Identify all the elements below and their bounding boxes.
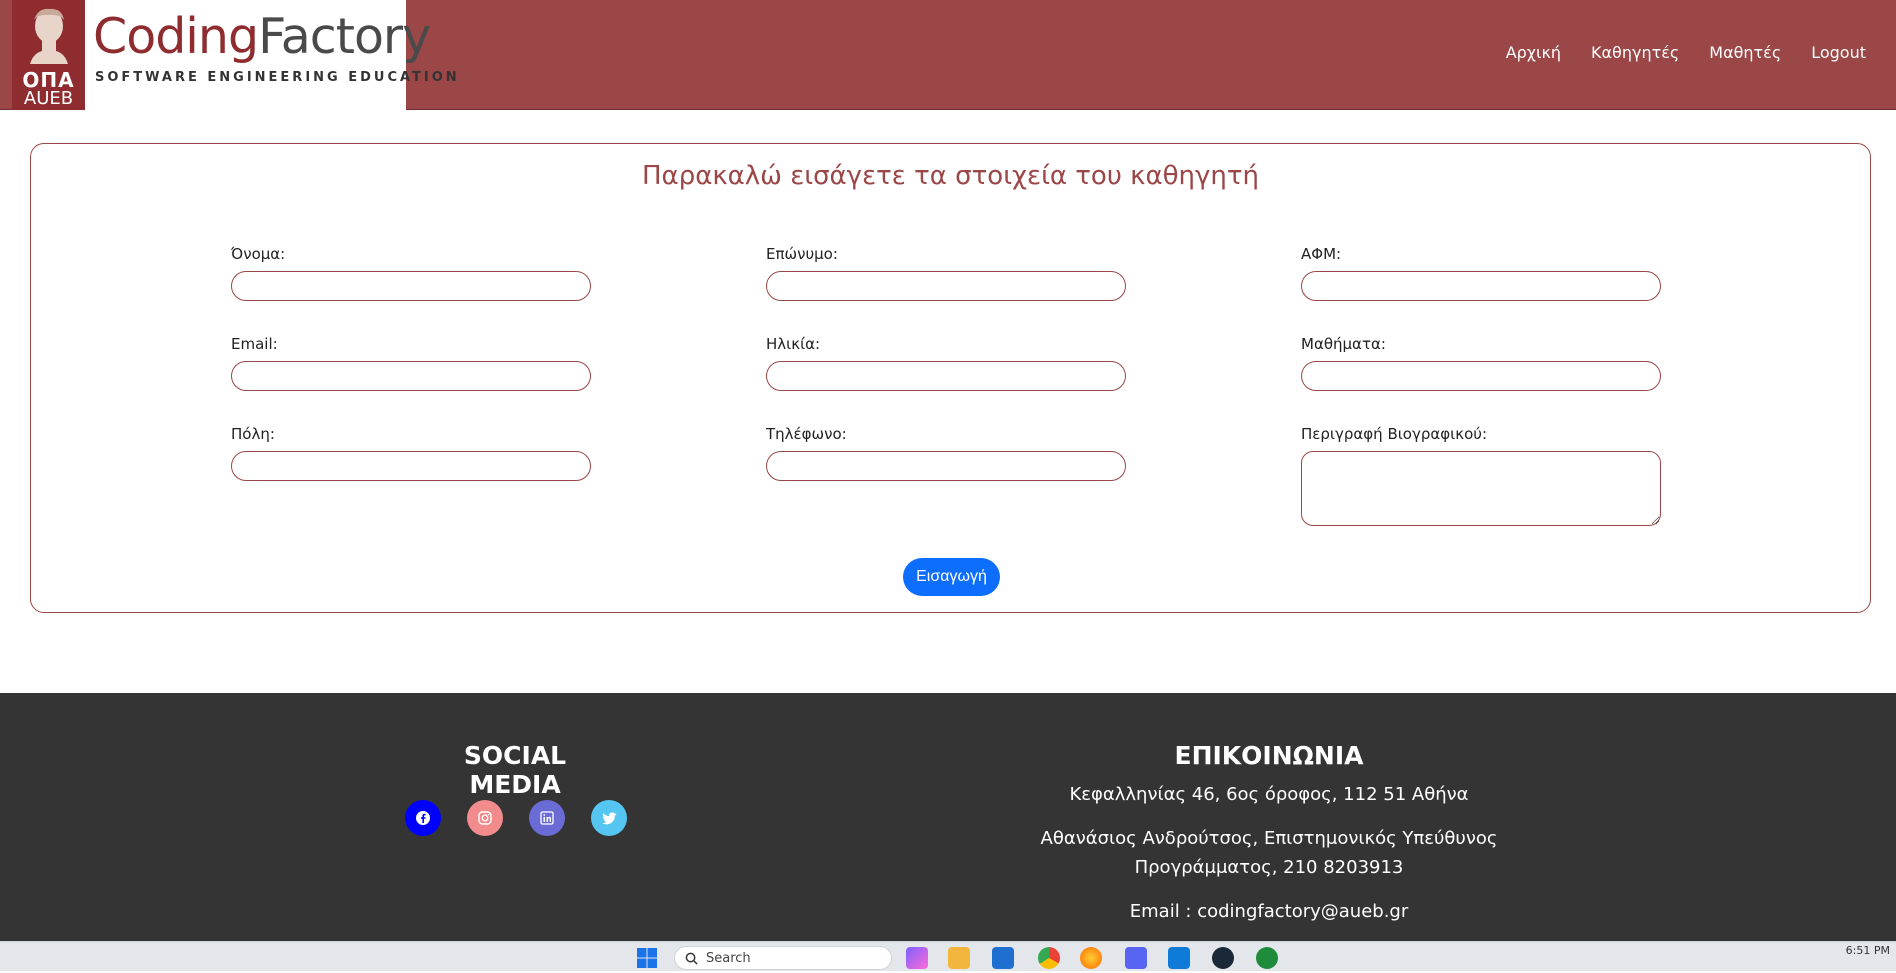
phone-group: Τηλέφωνο:	[766, 425, 1126, 481]
nav-link-teachers[interactable]: Καθηγητές	[1591, 43, 1679, 62]
contact-section: ΕΠΙΚΟΙΝΩΝΙΑ Κεφαλληνίας 46, 6ος όροφος, …	[969, 741, 1569, 926]
steam-icon[interactable]	[1212, 947, 1234, 969]
bio-group: Περιγραφή Βιογραφικού:	[1301, 425, 1661, 530]
facebook-icon[interactable]	[405, 800, 441, 836]
city-input[interactable]	[231, 451, 591, 481]
last-name-label: Επώνυμο:	[766, 245, 838, 263]
vscode-icon[interactable]	[1168, 947, 1190, 969]
courses-label: Μαθήματα:	[1301, 335, 1386, 353]
store-icon[interactable]	[992, 947, 1014, 969]
age-label: Ηλικία:	[766, 335, 821, 353]
teacher-form-card: Παρακαλώ εισάγετε τα στοιχεία του καθηγη…	[30, 143, 1871, 613]
city-group: Πόλη:	[231, 425, 591, 481]
nav-link-home[interactable]: Αρχική	[1506, 43, 1561, 62]
social-section: SOCIAL MEDIA	[415, 741, 615, 799]
logo-aueb-text: AUEB	[23, 88, 74, 109]
firefox-icon[interactable]	[1080, 947, 1102, 969]
aueb-logo-mark: ΟΠΑ AUEB	[12, 0, 85, 110]
site-header: ΟΠΑ AUEB CodingFactory SOFTWARE ENGINEER…	[0, 0, 1896, 110]
last-name-input[interactable]	[766, 271, 1126, 301]
phone-label: Τηλέφωνο:	[766, 425, 847, 443]
submit-button[interactable]: Εισαγωγή	[903, 558, 1000, 596]
chrome-icon[interactable]	[1038, 947, 1060, 969]
search-icon	[685, 952, 698, 965]
afm-group: ΑΦΜ:	[1301, 245, 1661, 301]
phone-input[interactable]	[766, 451, 1126, 481]
main-nav: Αρχική Καθηγητές Μαθητές Logout	[1506, 43, 1866, 62]
form-title: Παρακαλώ εισάγετε τα στοιχεία του καθηγη…	[642, 161, 1259, 191]
email-input[interactable]	[231, 361, 591, 391]
file-explorer-icon[interactable]	[948, 947, 970, 969]
statue-head-icon	[30, 8, 68, 64]
taskbar-clock[interactable]: 6:51 PM	[1846, 944, 1890, 958]
courses-group: Μαθήματα:	[1301, 335, 1661, 391]
search-placeholder: Search	[706, 950, 751, 966]
windows-taskbar: Search 6:51 PM	[0, 941, 1896, 971]
afm-input[interactable]	[1301, 271, 1661, 301]
copilot-icon[interactable]	[906, 947, 928, 969]
logo-title-factory: Factory	[258, 8, 431, 65]
site-footer: SOCIAL MEDIA ΕΠΙΚΟΙΝΩΝΙΑ Κεφαλληνίας 46,…	[0, 693, 1896, 941]
email-group: Email:	[231, 335, 591, 391]
logo-title-coding: Coding	[93, 8, 259, 65]
logo-wordmark: CodingFactory SOFTWARE ENGINEERING EDUCA…	[85, 0, 457, 110]
contact-person-line2: Προγράμματος, 210 8203913	[1134, 857, 1404, 878]
age-input[interactable]	[766, 361, 1126, 391]
first-name-label: Όνομα:	[231, 245, 286, 263]
twitter-icon[interactable]	[591, 800, 627, 836]
windows-start-icon[interactable]	[636, 947, 658, 969]
nav-link-students[interactable]: Μαθητές	[1709, 43, 1781, 62]
contact-person-line1: Αθανάσιος Ανδρούτσος, Επιστημονικός Υπεύ…	[1040, 828, 1498, 849]
afm-label: ΑΦΜ:	[1301, 245, 1342, 263]
last-name-group: Επώνυμο:	[766, 245, 1126, 301]
logo-title: CodingFactory	[93, 8, 431, 65]
bio-label: Περιγραφή Βιογραφικού:	[1301, 425, 1487, 443]
first-name-group: Όνομα:	[231, 245, 591, 301]
contact-title: ΕΠΙΚΟΙΝΩΝΙΑ	[1174, 741, 1364, 770]
discord-icon[interactable]	[1125, 947, 1147, 969]
contact-address: Κεφαλληνίας 46, 6ος όροφος, 112 51 Αθήνα	[1069, 784, 1469, 805]
bio-textarea[interactable]	[1301, 451, 1661, 526]
social-title: SOCIAL MEDIA	[463, 741, 567, 799]
nav-link-logout[interactable]: Logout	[1811, 43, 1866, 62]
linkedin-icon[interactable]	[529, 800, 565, 836]
taskbar-search[interactable]: Search	[674, 946, 892, 970]
first-name-input[interactable]	[231, 271, 591, 301]
social-icons	[405, 800, 627, 836]
mongodb-icon[interactable]	[1256, 947, 1278, 969]
email-label: Email:	[231, 335, 278, 353]
instagram-icon[interactable]	[467, 800, 503, 836]
contact-email[interactable]: Email : codingfactory@aueb.gr	[969, 897, 1569, 926]
courses-input[interactable]	[1301, 361, 1661, 391]
city-label: Πόλη:	[231, 425, 275, 443]
logo-subtitle: SOFTWARE ENGINEERING EDUCATION	[95, 70, 460, 85]
codingfactory-logo[interactable]: ΟΠΑ AUEB CodingFactory SOFTWARE ENGINEER…	[12, 0, 457, 110]
age-group: Ηλικία:	[766, 335, 1126, 391]
